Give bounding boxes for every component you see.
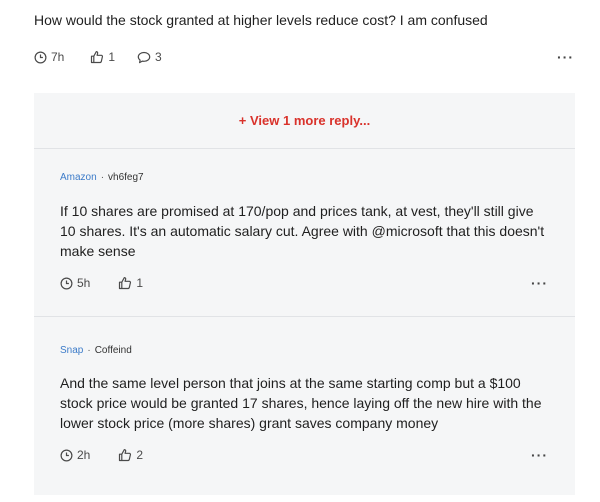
view-more-replies-link[interactable]: + View 1 more reply... bbox=[34, 113, 575, 128]
reply-1-more-options-icon[interactable]: ··· bbox=[531, 276, 548, 290]
reply-2-more-options-icon[interactable]: ··· bbox=[531, 448, 548, 462]
meta-separator: · bbox=[100, 172, 105, 183]
parent-comment-text: How would the stock granted at higher le… bbox=[34, 12, 488, 28]
reply-1-time: 5h bbox=[60, 276, 90, 290]
reply-2-company[interactable]: Snap bbox=[60, 345, 83, 356]
reply-1-company[interactable]: Amazon bbox=[60, 172, 97, 183]
reply-2-like-button[interactable]: 2 bbox=[118, 448, 143, 462]
reply-1-time-label: 5h bbox=[77, 276, 91, 290]
thumbs-up-icon bbox=[119, 277, 132, 290]
parent-comment-button[interactable]: 3 bbox=[137, 50, 162, 64]
parent-like-count: 1 bbox=[108, 50, 116, 64]
reply-2-text: And the same level person that joins at … bbox=[60, 375, 542, 431]
comment-icon bbox=[137, 51, 151, 63]
divider bbox=[34, 148, 575, 149]
reply-2-action-row: 2h 2 bbox=[60, 448, 143, 462]
thumbs-up-icon bbox=[119, 449, 132, 462]
replies-thread: + View 1 more reply... Amazon · vh6feg7 … bbox=[34, 93, 575, 495]
reply-1-like-count: 1 bbox=[136, 276, 144, 290]
reply-1-text: If 10 shares are promised at 170/pop and… bbox=[60, 203, 545, 259]
parent-time: 7h bbox=[34, 50, 64, 64]
reply-1-like-button[interactable]: 1 bbox=[118, 276, 143, 290]
clock-icon bbox=[60, 449, 73, 461]
reply-2-time: 2h bbox=[60, 448, 90, 462]
meta-separator: · bbox=[87, 345, 91, 356]
parent-comment-count: 3 bbox=[155, 50, 162, 64]
parent-time-label: 7h bbox=[51, 50, 65, 64]
clock-icon bbox=[34, 51, 47, 63]
parent-action-row: 7h 1 3 bbox=[34, 50, 162, 64]
thumbs-up-icon bbox=[91, 51, 104, 64]
reply-2-time-label: 2h bbox=[77, 448, 91, 462]
reply-1-meta: Amazon · vh6feg7 bbox=[60, 172, 144, 183]
comment-thread-page: How would the stock granted at higher le… bbox=[0, 0, 600, 502]
reply-2-like-count: 2 bbox=[136, 448, 144, 462]
divider bbox=[34, 316, 575, 317]
reply-1-handle: vh6feg7 bbox=[108, 172, 144, 183]
parent-like-button[interactable]: 1 bbox=[90, 50, 115, 64]
reply-2-handle: Coffeind bbox=[94, 345, 132, 356]
clock-icon bbox=[60, 277, 73, 289]
reply-1-action-row: 5h 1 bbox=[60, 276, 143, 290]
parent-more-options-icon[interactable]: ··· bbox=[557, 50, 574, 64]
reply-2-meta: Snap · Coffeind bbox=[60, 345, 132, 356]
